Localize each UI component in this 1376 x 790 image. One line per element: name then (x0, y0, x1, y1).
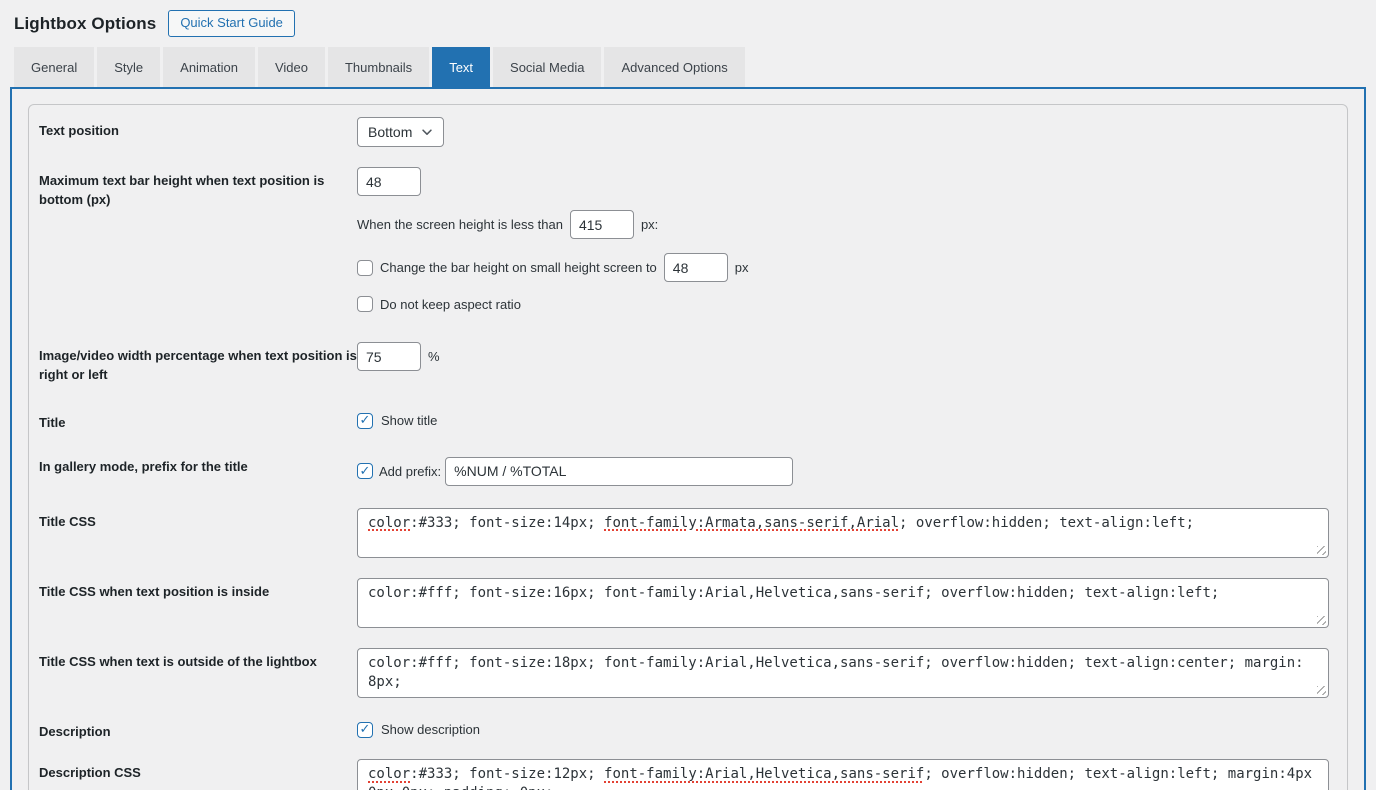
tab-video[interactable]: Video (258, 47, 325, 87)
small-screen-bar-height-unit: px (735, 260, 749, 275)
tab-thumbnails[interactable]: Thumbnails (328, 47, 429, 87)
text-position-row: Text position Bottom (39, 117, 1329, 147)
title-css-inside-row: Title CSS when text position is inside c… (39, 578, 1329, 628)
title-css-outside-row: Title CSS when text is outside of the li… (39, 648, 1329, 698)
description-css-row: Description CSS color:#333; font-size:12… (39, 759, 1329, 790)
chevron-down-icon (420, 125, 434, 139)
tab-bar: General Style Animation Video Thumbnails… (0, 47, 1376, 87)
tab-text[interactable]: Text (432, 47, 490, 87)
screen-height-input[interactable] (570, 210, 634, 239)
description-css-textarea[interactable]: color:#333; font-size:12px; font-family:… (357, 759, 1329, 790)
tab-general[interactable]: General (14, 47, 94, 87)
screen-height-text-before: When the screen height is less than (357, 217, 563, 232)
text-position-label: Text position (39, 117, 357, 141)
small-screen-bar-height-input[interactable] (664, 253, 728, 282)
title-row: Title Show title (39, 409, 1329, 433)
aspect-ratio-label: Do not keep aspect ratio (380, 297, 521, 312)
width-percentage-label: Image/video width percentage when text p… (39, 342, 357, 385)
width-percentage-unit: % (428, 349, 440, 364)
tab-animation[interactable]: Animation (163, 47, 255, 87)
add-prefix-checkbox[interactable] (357, 463, 373, 479)
tab-style[interactable]: Style (97, 47, 160, 87)
description-row: Description Show description (39, 718, 1329, 742)
title-css-outside-textarea[interactable]: color:#fff; font-size:18px; font-family:… (357, 648, 1329, 698)
show-description-checkbox[interactable] (357, 722, 373, 738)
description-label: Description (39, 718, 357, 742)
settings-card: Text position Bottom Maximum text bar he… (28, 104, 1348, 790)
tab-advanced-options[interactable]: Advanced Options (604, 47, 744, 87)
title-css-outside-label: Title CSS when text is outside of the li… (39, 648, 357, 672)
title-css-textarea[interactable]: color:#333; font-size:14px; font-family:… (357, 508, 1329, 558)
aspect-ratio-checkbox[interactable] (357, 296, 373, 312)
width-percentage-input[interactable] (357, 342, 421, 371)
max-bar-height-label: Maximum text bar height when text positi… (39, 167, 357, 210)
add-prefix-label: Add prefix: (379, 464, 441, 479)
description-css-label: Description CSS (39, 759, 357, 783)
show-title-checkbox[interactable] (357, 413, 373, 429)
small-screen-bar-height-label: Change the bar height on small height sc… (380, 260, 657, 275)
max-bar-height-row: Maximum text bar height when text positi… (39, 167, 1329, 312)
title-css-label: Title CSS (39, 508, 357, 532)
text-position-select[interactable]: Bottom (357, 117, 444, 147)
page-header: Lightbox Options Quick Start Guide (0, 0, 1376, 38)
width-percentage-row: Image/video width percentage when text p… (39, 342, 1329, 385)
max-bar-height-input[interactable] (357, 167, 421, 196)
gallery-prefix-label: In gallery mode, prefix for the title (39, 453, 357, 477)
quick-start-guide-button[interactable]: Quick Start Guide (168, 10, 295, 37)
show-description-label: Show description (381, 722, 480, 737)
small-screen-bar-height-checkbox[interactable] (357, 260, 373, 276)
title-label: Title (39, 409, 357, 433)
show-title-label: Show title (381, 413, 437, 428)
title-css-inside-label: Title CSS when text position is inside (39, 578, 357, 602)
gallery-prefix-row: In gallery mode, prefix for the title Ad… (39, 453, 1329, 486)
text-position-value: Bottom (368, 124, 412, 140)
screen-height-text-after: px: (641, 217, 658, 232)
tab-social-media[interactable]: Social Media (493, 47, 601, 87)
text-settings-panel: Text position Bottom Maximum text bar he… (10, 87, 1366, 790)
title-prefix-input[interactable] (445, 457, 793, 486)
page-title: Lightbox Options (14, 14, 156, 34)
title-css-row: Title CSS color:#333; font-size:14px; fo… (39, 508, 1329, 558)
title-css-inside-textarea[interactable]: color:#fff; font-size:16px; font-family:… (357, 578, 1329, 628)
